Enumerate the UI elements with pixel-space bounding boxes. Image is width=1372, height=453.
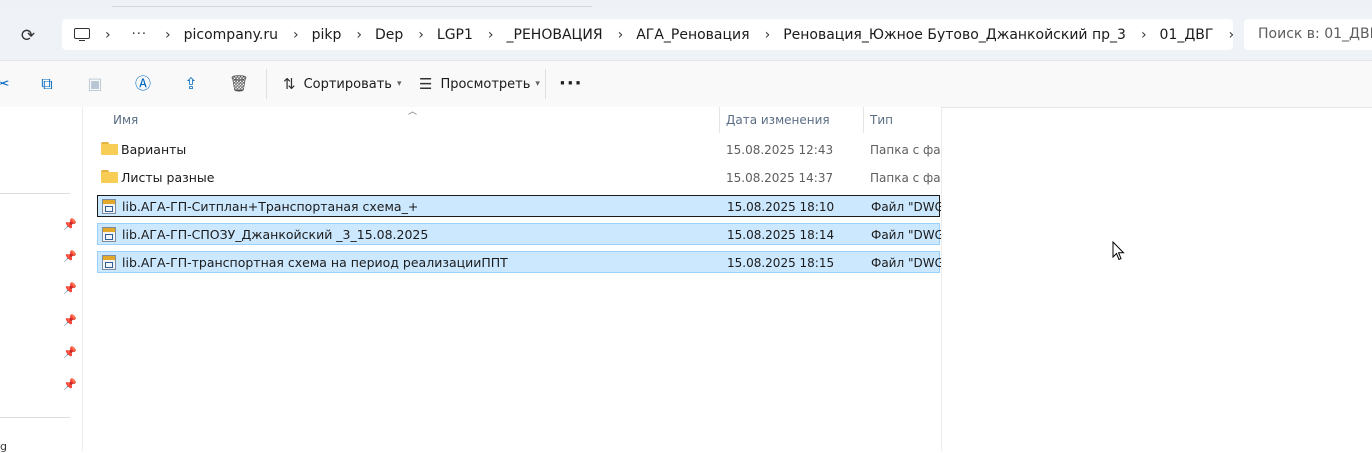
chevron-right-icon[interactable]: › — [293, 27, 299, 43]
sort-label: Сортировать — [303, 76, 392, 92]
see-more-button[interactable]: ··· — [559, 73, 583, 95]
file-name: lib.АГА-ГП-транспортная схема на период … — [122, 255, 508, 270]
breadcrumb-item[interactable]: LGP1 — [437, 27, 473, 43]
file-type: Папка с фай. — [870, 171, 940, 185]
refresh-button[interactable]: ⟳ — [16, 26, 40, 46]
copy-icon: ⧉ — [41, 74, 53, 93]
column-header-date[interactable]: Дата изменения — [726, 107, 830, 133]
file-name: Листы разные — [121, 170, 215, 185]
sort-ascending-icon: ︿ — [408, 107, 418, 117]
address-bar[interactable]: › ··· › picompany.ru › pikp › Dep › LGP1… — [62, 19, 1234, 50]
paste-button[interactable]: ▣ — [84, 73, 106, 95]
file-name: lib.АГА-ГП-СПОЗУ_Джанкойский _3_15.08.20… — [122, 227, 429, 242]
this-pc-icon[interactable] — [74, 28, 90, 42]
file-type: Файл "DWG" — [871, 200, 941, 214]
pin-icon[interactable]: 📌 — [63, 378, 77, 392]
pin-icon[interactable]: 📌 — [63, 282, 77, 296]
chevron-right-icon[interactable]: › — [165, 27, 171, 43]
chevron-right-icon[interactable]: › — [765, 27, 771, 43]
breadcrumb-item[interactable]: АГА_Реновация — [636, 27, 749, 43]
column-divider[interactable] — [719, 107, 720, 133]
clipboard-icon: ▣ — [87, 74, 103, 93]
trash-icon: 🗑 — [228, 74, 250, 93]
nav-item-fragment[interactable]: g — [0, 440, 7, 453]
list-item-selected[interactable]: lib.АГА-ГП-транспортная схема на период … — [97, 251, 941, 273]
copy-button[interactable]: ⧉ — [36, 73, 58, 95]
sort-icon: ⇅ — [283, 75, 296, 93]
column-header-type[interactable]: Тип — [870, 107, 893, 133]
file-date: 15.08.2025 18:15 — [727, 256, 835, 270]
title-tab-strip — [0, 0, 1372, 10]
folder-icon — [101, 142, 118, 155]
list-item-selected[interactable]: lib.АГА-ГП-СПОЗУ_Джанкойский _3_15.08.20… — [97, 223, 941, 245]
column-header-name[interactable]: Имя — [113, 107, 138, 133]
file-name: lib.АГА-ГП-Ситплан+Транспортаная схема_+ — [122, 199, 419, 214]
address-bar-area: ⟳ › ··· › picompany.ru › pikp › Dep › LG… — [0, 10, 1372, 61]
breadcrumb-item[interactable]: picompany.ru — [184, 27, 278, 43]
dwg-file-icon — [102, 227, 116, 242]
breadcrumb-item-current[interactable]: 01_ДВГ — [1160, 27, 1214, 43]
list-item[interactable]: Листы разные 15.08.2025 14:37 Папка с фа… — [97, 167, 940, 189]
file-name: Варианты — [121, 142, 187, 157]
list-item[interactable]: Варианты 15.08.2025 12:43 Папка с фай. — [97, 139, 940, 161]
pin-icon[interactable]: 📌 — [63, 250, 77, 264]
cut-button[interactable]: ✂ — [0, 73, 14, 95]
breadcrumb-item[interactable]: pikp — [312, 27, 342, 43]
file-list: ︿ Имя Дата изменения Тип Варианты 15.08.… — [83, 107, 942, 451]
file-date: 15.08.2025 18:14 — [727, 228, 835, 242]
file-date: 15.08.2025 18:10 — [727, 200, 835, 214]
chevron-down-icon: ▾ — [396, 79, 402, 89]
share-icon: ⇪ — [184, 74, 198, 93]
chevron-right-icon[interactable]: › — [1228, 27, 1234, 43]
refresh-icon: ⟳ — [20, 26, 36, 46]
navigation-pane: 📌 📌 📌 📌 📌 📌 g — [0, 107, 83, 453]
scissors-icon: ✂ — [0, 74, 10, 93]
search-placeholder: Поиск в: 01_ДВГ — [1258, 26, 1372, 42]
breadcrumb-item[interactable]: Реновация_Южное Бутово_Джанкойский пр_3 — [783, 27, 1126, 43]
chevron-right-icon[interactable]: › — [488, 27, 494, 43]
folder-icon — [101, 170, 118, 183]
file-type: Файл "DWG" — [871, 256, 941, 270]
chevron-right-icon[interactable]: › — [105, 27, 111, 43]
file-type: Папка с фай. — [870, 143, 940, 157]
search-input[interactable]: Поиск в: 01_ДВГ — [1244, 19, 1372, 50]
view-button[interactable]: ☰ Просмотреть ▾ — [419, 73, 540, 95]
tab-edge — [112, 0, 592, 7]
list-item-selected[interactable]: lib.АГА-ГП-Ситплан+Транспортаная схема_+… — [97, 195, 941, 217]
breadcrumb-item[interactable]: Dep — [375, 27, 403, 43]
pin-icon[interactable]: 📌 — [63, 314, 77, 328]
breadcrumb: › ··· › picompany.ru › pikp › Dep › LGP1… — [62, 19, 1247, 50]
delete-button[interactable]: 🗑 — [228, 73, 250, 95]
file-date: 15.08.2025 12:43 — [726, 143, 834, 157]
pin-icon[interactable]: 📌 — [63, 218, 77, 232]
chevron-right-icon[interactable]: › — [1141, 27, 1147, 43]
view-label: Просмотреть — [440, 76, 531, 92]
breadcrumb-item[interactable]: _РЕНОВАЦИЯ — [507, 27, 603, 43]
column-divider[interactable] — [863, 107, 864, 133]
chevron-down-icon: ▾ — [535, 79, 540, 89]
dwg-file-icon — [102, 199, 116, 214]
chevron-right-icon[interactable]: › — [356, 27, 362, 43]
command-bar: ✂ ⧉ ▣ Ⓐ ⇪ 🗑 ⇅ Сортировать ▾ ☰ Просмотрет… — [0, 61, 1372, 108]
dwg-file-icon — [102, 255, 116, 270]
rename-button[interactable]: Ⓐ — [132, 73, 154, 95]
nav-divider — [0, 193, 70, 194]
toolbar-divider — [266, 69, 267, 99]
breadcrumb-more-button[interactable]: ··· — [132, 27, 147, 42]
mouse-cursor-icon — [1112, 241, 1125, 261]
nav-divider — [0, 417, 70, 418]
pin-icon[interactable]: 📌 — [63, 346, 77, 360]
toolbar-divider — [545, 69, 546, 99]
view-lines-icon: ☰ — [419, 75, 433, 93]
share-button[interactable]: ⇪ — [180, 73, 202, 95]
sort-button[interactable]: ⇅ Сортировать ▾ — [283, 73, 401, 95]
file-type: Файл "DWG" — [871, 228, 941, 242]
file-date: 15.08.2025 14:37 — [726, 171, 834, 185]
chevron-right-icon[interactable]: › — [618, 27, 624, 43]
chevron-right-icon[interactable]: › — [418, 27, 424, 43]
rename-icon: Ⓐ — [134, 74, 151, 93]
